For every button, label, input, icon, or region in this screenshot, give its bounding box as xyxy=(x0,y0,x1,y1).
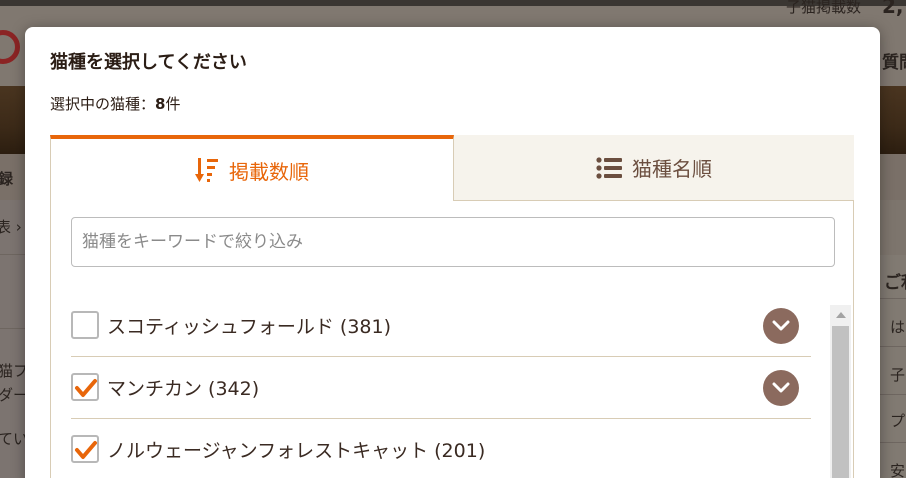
modal-title: 猫種を選択してください xyxy=(50,52,247,73)
header-stat-number: 2, xyxy=(882,0,904,18)
list-item[interactable]: スコティッシュフォールド (381) xyxy=(71,295,811,357)
selected-count-label: 選択中の猫種： xyxy=(50,95,156,113)
left-label-1: 表 › xyxy=(0,218,22,236)
right-divider-3 xyxy=(880,394,906,395)
sort-descending-icon xyxy=(195,157,219,183)
checkmark-icon xyxy=(75,441,97,459)
header-stat-label: 子猫掲載数 xyxy=(786,0,862,16)
breed-list-panel: スコティッシュフォールド (381) マンチカン (342) xyxy=(50,201,854,478)
scroll-up-arrow[interactable] xyxy=(830,305,851,325)
expand-button[interactable] xyxy=(763,370,799,406)
breed-select-modal: 猫種を選択してください 選択中の猫種：8件 掲載数順 猫種名順 猫種をキーワード… xyxy=(25,27,880,478)
left-label-4: てい xyxy=(0,430,29,448)
left-label-0: 録 xyxy=(0,170,14,188)
selected-count-unit: 件 xyxy=(165,95,181,113)
breed-label: スコティッシュフォールド (381) xyxy=(107,316,391,338)
breed-list: スコティッシュフォールド (381) マンチカン (342) ノルウェージャンフ… xyxy=(71,295,811,478)
checkmark-icon xyxy=(75,379,97,397)
breed-checkbox-checked[interactable] xyxy=(71,373,99,401)
tab-sort-by-name[interactable]: 猫種名順 xyxy=(454,135,854,201)
expand-button[interactable] xyxy=(763,308,799,344)
sort-tabs: 掲載数順 猫種名順 xyxy=(50,135,854,201)
list-scrollbar[interactable] xyxy=(830,305,851,478)
right-divider-4 xyxy=(880,442,906,443)
right-label-4: 安 xyxy=(890,462,906,478)
breed-search-input[interactable] xyxy=(71,217,835,267)
scroll-thumb[interactable] xyxy=(832,326,849,478)
tab-sort-by-count-label: 掲載数順 xyxy=(229,159,309,184)
left-divider-2 xyxy=(0,328,26,329)
right-label-2: 子 xyxy=(890,366,906,384)
list-item[interactable]: ノルウェージャンフォレストキャット (201) xyxy=(71,419,811,478)
right-label-0: ご利 xyxy=(884,273,906,293)
list-item[interactable]: マンチカン (342) xyxy=(71,357,811,419)
tab-sort-by-count[interactable]: 掲載数順 xyxy=(50,135,454,201)
left-label-3: ダー xyxy=(0,386,29,404)
breed-label: マンチカン (342) xyxy=(107,378,260,400)
triangle-up-icon xyxy=(835,312,846,318)
selected-count: 選択中の猫種：8件 xyxy=(50,93,180,114)
breed-checkbox[interactable] xyxy=(71,311,99,339)
left-label-2: 猫フ xyxy=(0,362,29,380)
left-divider xyxy=(0,254,26,255)
tab-sort-by-name-label: 猫種名順 xyxy=(632,157,712,181)
list-icon xyxy=(596,156,622,179)
right-divider xyxy=(880,298,906,299)
right-label-3: プ xyxy=(890,412,906,430)
chevron-down-icon xyxy=(772,320,790,331)
selected-count-number: 8 xyxy=(155,95,166,113)
right-divider-2 xyxy=(880,346,906,347)
header-nav-question: 質問 xyxy=(882,53,906,73)
chevron-down-icon xyxy=(772,382,790,393)
breed-checkbox-checked[interactable] xyxy=(71,435,99,463)
breed-label: ノルウェージャンフォレストキャット (201) xyxy=(107,440,486,462)
right-label-1: は xyxy=(890,318,906,336)
